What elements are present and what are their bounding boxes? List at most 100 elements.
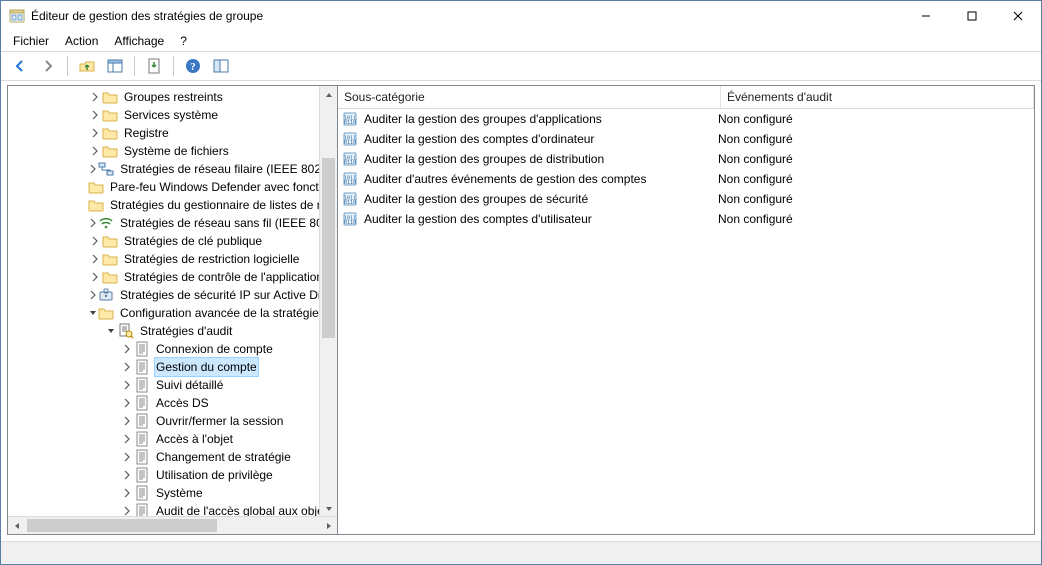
tree-item[interactable]: Pare-feu Windows Defender avec fonctions… xyxy=(8,178,337,196)
tree-item[interactable]: Connexion de compte xyxy=(8,340,337,358)
scroll-up-button[interactable] xyxy=(320,86,337,103)
sheet-icon xyxy=(134,341,150,357)
tree-item[interactable]: Stratégies de restriction logicielle xyxy=(8,250,337,268)
tree-item[interactable]: Ouvrir/fermer la session xyxy=(8,412,337,430)
tree[interactable]: Groupes restreintsServices systèmeRegist… xyxy=(8,86,337,517)
expand-icon[interactable] xyxy=(88,162,98,176)
tree-item-label: Registre xyxy=(122,124,171,142)
scroll-left-button[interactable] xyxy=(8,517,25,534)
menu-action[interactable]: Action xyxy=(57,32,106,50)
folder-icon xyxy=(102,143,118,159)
expand-icon[interactable] xyxy=(120,414,134,428)
close-button[interactable] xyxy=(995,1,1041,31)
list-cell-name: Auditer d'autres événements de gestion d… xyxy=(338,171,712,187)
expand-icon[interactable] xyxy=(120,432,134,446)
menu-help[interactable]: ? xyxy=(172,32,195,50)
list-body[interactable]: Auditer la gestion des groupes d'applica… xyxy=(338,109,1034,534)
expand-icon[interactable] xyxy=(120,342,134,356)
tree-item[interactable]: Configuration avancée de la stratégie d'… xyxy=(8,304,337,322)
tree-item[interactable]: Utilisation de privilège xyxy=(8,466,337,484)
tree-item[interactable]: Stratégies de réseau filaire (IEEE 802.3… xyxy=(8,160,337,178)
menu-view[interactable]: Affichage xyxy=(106,32,172,50)
tree-item[interactable]: Système xyxy=(8,484,337,502)
tree-item[interactable]: Changement de stratégie xyxy=(8,448,337,466)
expand-icon[interactable] xyxy=(120,450,134,464)
tree-item-label: Stratégies de restriction logicielle xyxy=(122,250,301,268)
expand-icon[interactable] xyxy=(88,288,98,302)
expand-icon[interactable] xyxy=(88,270,102,284)
scroll-track[interactable] xyxy=(320,103,337,500)
minimize-button[interactable] xyxy=(903,1,949,31)
collapse-icon[interactable] xyxy=(88,306,98,320)
tree-item[interactable]: Services système xyxy=(8,106,337,124)
scroll-track[interactable] xyxy=(25,517,320,534)
expand-icon[interactable] xyxy=(88,90,102,104)
help-button[interactable] xyxy=(180,53,206,79)
toolbar-separator xyxy=(134,56,135,76)
list-row[interactable]: Auditer la gestion des groupes d'applica… xyxy=(338,109,1034,129)
tree-item[interactable]: Suivi détaillé xyxy=(8,376,337,394)
forward-button[interactable] xyxy=(35,53,61,79)
statusbar xyxy=(1,541,1041,564)
expand-icon[interactable] xyxy=(88,144,102,158)
tree-item-label: Stratégies d'audit xyxy=(138,322,234,340)
show-hide-tree-button[interactable] xyxy=(102,53,128,79)
column-header-status[interactable]: Événements d'audit xyxy=(721,86,1034,108)
sheet-icon xyxy=(134,467,150,483)
expand-icon[interactable] xyxy=(120,486,134,500)
tree-item[interactable]: Stratégies du gestionnaire de listes de … xyxy=(8,196,337,214)
tree-item[interactable]: Audit de l'accès global aux objets xyxy=(8,502,337,517)
expand-icon[interactable] xyxy=(88,108,102,122)
maximize-button[interactable] xyxy=(949,1,995,31)
folder-icon xyxy=(102,89,118,105)
list-row[interactable]: Auditer la gestion des groupes de distri… xyxy=(338,149,1034,169)
list-row[interactable]: Auditer la gestion des comptes d'utilisa… xyxy=(338,209,1034,229)
list-header[interactable]: Sous-catégorie Événements d'audit xyxy=(338,86,1034,109)
tree-item[interactable]: Stratégies de contrôle de l'application xyxy=(8,268,337,286)
tree-item-label: Utilisation de privilège xyxy=(154,466,275,484)
titlebar[interactable]: Éditeur de gestion des stratégies de gro… xyxy=(1,1,1041,31)
expand-icon[interactable] xyxy=(120,468,134,482)
list-row[interactable]: Auditer d'autres événements de gestion d… xyxy=(338,169,1034,189)
scroll-down-button[interactable] xyxy=(320,500,337,517)
tree-item-label: Services système xyxy=(122,106,220,124)
toggle-preview-button[interactable] xyxy=(208,53,234,79)
tree-item[interactable]: Stratégies d'audit xyxy=(8,322,337,340)
list-row[interactable]: Auditer la gestion des comptes d'ordinat… xyxy=(338,129,1034,149)
expand-icon[interactable] xyxy=(120,360,134,374)
menu-file[interactable]: Fichier xyxy=(5,32,57,50)
tree-item[interactable]: Stratégies de sécurité IP sur Active Dir… xyxy=(8,286,337,304)
expand-icon[interactable] xyxy=(88,234,102,248)
export-list-button[interactable] xyxy=(141,53,167,79)
scroll-thumb[interactable] xyxy=(322,158,335,338)
expand-icon[interactable] xyxy=(88,216,98,230)
tree-item[interactable]: Registre xyxy=(8,124,337,142)
tree-horizontal-scrollbar[interactable] xyxy=(8,516,337,534)
network-icon xyxy=(98,161,114,177)
tree-item[interactable]: Gestion du compte xyxy=(8,358,337,376)
tree-item[interactable]: Système de fichiers xyxy=(8,142,337,160)
expand-icon[interactable] xyxy=(88,252,102,266)
scroll-right-button[interactable] xyxy=(320,517,337,534)
tree-item[interactable]: Accès à l'objet xyxy=(8,430,337,448)
sheet-icon xyxy=(134,431,150,447)
tree-item-label: Suivi détaillé xyxy=(154,376,225,394)
folder-icon xyxy=(88,179,104,195)
sheet-icon xyxy=(134,449,150,465)
tree-item[interactable]: Stratégies de clé publique xyxy=(8,232,337,250)
column-header-name[interactable]: Sous-catégorie xyxy=(338,86,721,108)
tree-item[interactable]: Groupes restreints xyxy=(8,88,337,106)
tree-item[interactable]: Accès DS xyxy=(8,394,337,412)
collapse-icon[interactable] xyxy=(104,324,118,338)
policy-item-icon xyxy=(342,131,358,147)
up-folder-button[interactable] xyxy=(74,53,100,79)
list-row[interactable]: Auditer la gestion des groupes de sécuri… xyxy=(338,189,1034,209)
scroll-thumb[interactable] xyxy=(27,519,217,532)
tree-item[interactable]: Stratégies de réseau sans fil (IEEE 802.… xyxy=(8,214,337,232)
window-title: Éditeur de gestion des stratégies de gro… xyxy=(31,9,263,23)
expand-icon[interactable] xyxy=(88,126,102,140)
tree-vertical-scrollbar[interactable] xyxy=(319,86,337,517)
expand-icon[interactable] xyxy=(120,396,134,410)
back-button[interactable] xyxy=(7,53,33,79)
expand-icon[interactable] xyxy=(120,378,134,392)
